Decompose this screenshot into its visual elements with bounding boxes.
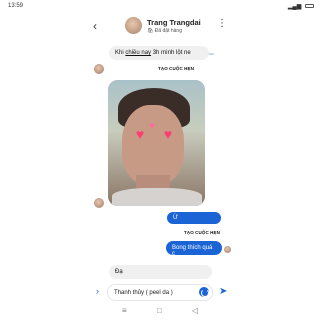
- photo-shirt: [112, 188, 202, 206]
- avatar: [94, 64, 104, 74]
- message-outgoing: Ừ: [167, 212, 221, 224]
- message-text: Ừ: [173, 215, 179, 221]
- avatar[interactable]: [125, 17, 142, 34]
- battery-icon: [305, 4, 314, 9]
- message-text: Khi: [115, 50, 126, 56]
- heart-icon: ♥: [163, 126, 173, 142]
- message-input[interactable]: Thanh thủy ( peel da ): [107, 284, 213, 301]
- message-text: 3h mình lột ne: [151, 50, 191, 56]
- message-text: Đạ: [115, 269, 123, 275]
- photo-message[interactable]: ♥ ♥ ♥: [108, 80, 205, 206]
- contact-name[interactable]: Trang Trangdai: [147, 18, 201, 27]
- date-link[interactable]: chiều nay: [125, 50, 151, 56]
- heart-icon: ♥: [149, 121, 155, 132]
- status-icons: ▂▄▆: [288, 3, 314, 10]
- message-outgoing: Bong thích quá c: [166, 241, 222, 257]
- status-time: 13:59: [8, 3, 24, 9]
- create-appointment-link[interactable]: TẠO CUỘC HẸN: [184, 230, 220, 235]
- emoji-icon[interactable]: [199, 287, 209, 297]
- back-icon[interactable]: ◁: [192, 307, 198, 315]
- more-vertical-icon[interactable]: ⋮: [217, 19, 227, 29]
- read-receipt-avatar: [224, 246, 231, 253]
- shop-icon: 🛍︎: [147, 28, 155, 34]
- status-bar: 13:59 ▂▄▆: [0, 0, 320, 12]
- composer: › Thanh thủy ( peel da ) ➤: [0, 284, 320, 302]
- send-icon[interactable]: ➤: [219, 287, 227, 297]
- message-incoming: Đạ: [109, 265, 212, 279]
- create-appointment-link[interactable]: TẠO CUỘC HẸN: [158, 66, 194, 71]
- message-input-value: Thanh thủy ( peel da ): [114, 290, 173, 296]
- order-status: 🛍︎ Đã đặt hàng: [147, 28, 182, 34]
- home-icon[interactable]: □: [157, 307, 162, 315]
- chevron-left-icon[interactable]: ‹: [93, 20, 97, 32]
- recent-apps-icon[interactable]: ≡: [122, 307, 127, 315]
- photo-face: [122, 105, 184, 185]
- signal-icon: ▂▄▆: [287, 4, 302, 10]
- system-nav-bar: ≡ □ ◁: [0, 304, 320, 320]
- message-text: Bong thích quá c: [172, 245, 213, 257]
- chat-header: ‹ Trang Trangdai 🛍︎ Đã đặt hàng ⋮: [0, 12, 320, 55]
- message-incoming: Khi chiều nay 3h mình lột ne: [109, 46, 209, 60]
- order-status-text: Đã đặt hàng: [154, 28, 182, 34]
- avatar: [94, 198, 104, 208]
- chevron-right-icon[interactable]: ›: [96, 287, 99, 296]
